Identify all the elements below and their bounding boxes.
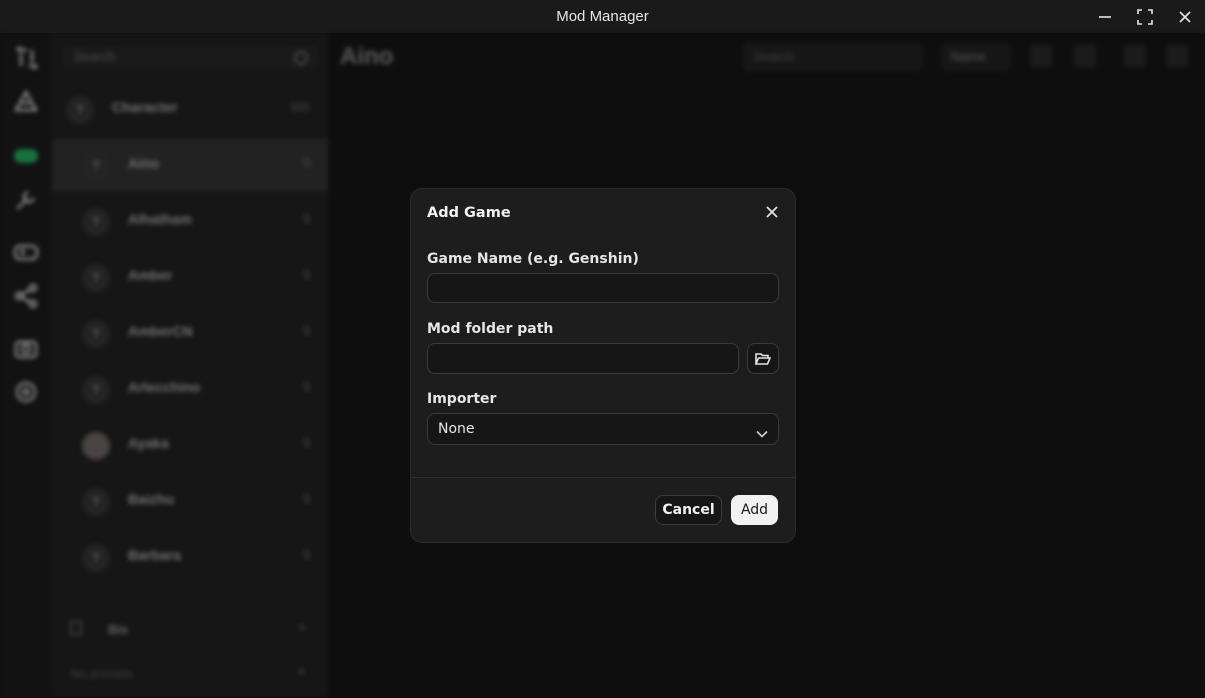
dialog-close-button[interactable] <box>763 203 781 221</box>
close-icon <box>766 206 778 218</box>
browse-folder-button[interactable] <box>747 343 779 374</box>
close-icon <box>1179 11 1191 23</box>
cancel-button[interactable]: Cancel <box>655 495 722 525</box>
maximize-button[interactable] <box>1134 6 1156 28</box>
dialog-divider <box>411 477 795 478</box>
minimize-icon <box>1099 16 1111 18</box>
chevron-down-icon <box>756 423 768 442</box>
folder-open-icon <box>755 352 771 365</box>
game-name-input[interactable] <box>427 273 779 303</box>
importer-select[interactable]: None <box>427 413 779 445</box>
importer-label: Importer <box>427 391 497 407</box>
dialog-title: Add Game <box>427 205 511 221</box>
importer-value: None <box>438 421 475 437</box>
close-window-button[interactable] <box>1174 6 1196 28</box>
game-name-label: Game Name (e.g. Genshin) <box>427 251 639 267</box>
window-title: Mod Manager <box>556 8 649 25</box>
mod-folder-input[interactable] <box>427 343 739 374</box>
minimize-button[interactable] <box>1094 6 1116 28</box>
maximize-icon <box>1137 9 1153 25</box>
add-game-dialog: Add Game Game Name (e.g. Genshin) Mod fo… <box>410 188 796 543</box>
add-button[interactable]: Add <box>731 495 778 525</box>
title-bar: Mod Manager <box>0 0 1205 33</box>
mod-folder-label: Mod folder path <box>427 321 554 337</box>
